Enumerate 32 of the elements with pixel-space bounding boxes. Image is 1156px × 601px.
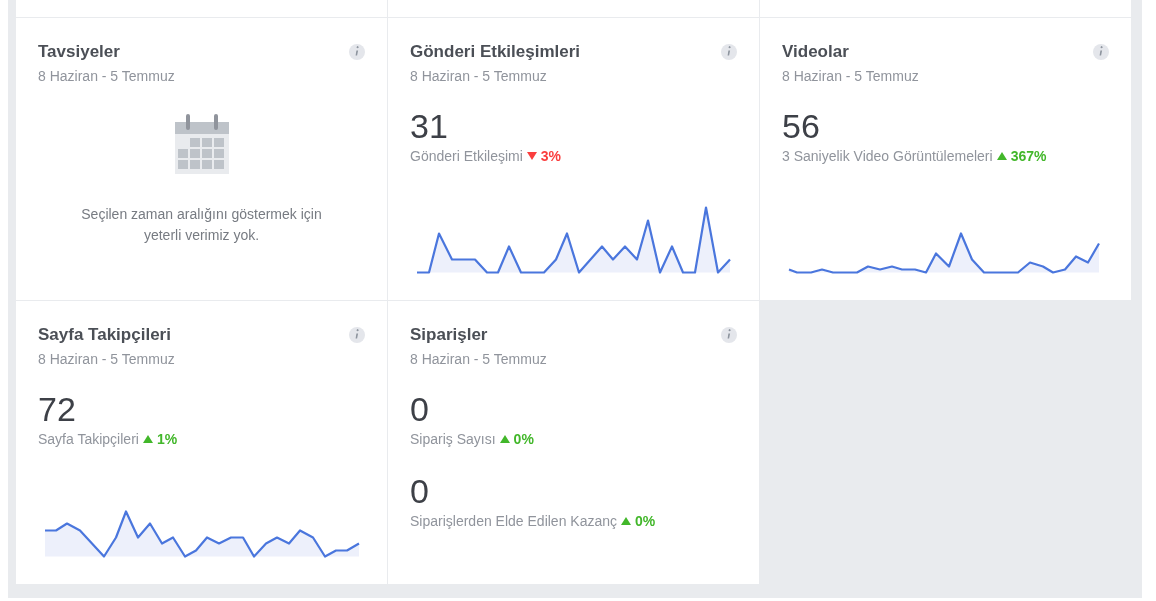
metric-value: 56 bbox=[782, 106, 821, 146]
metric-value: 0 bbox=[410, 389, 430, 429]
metric-value: 0 bbox=[410, 471, 430, 511]
info-icon[interactable] bbox=[349, 327, 365, 343]
card-title: Siparişler bbox=[410, 325, 488, 345]
date-range: 8 Haziran - 5 Temmuz bbox=[782, 68, 920, 84]
metric-value: 31 bbox=[410, 106, 449, 146]
calendar-icon bbox=[173, 114, 230, 174]
change-percent: 367% bbox=[1010, 148, 1047, 164]
date-range: 8 Haziran - 5 Temmuz bbox=[38, 68, 176, 84]
change-percent: 1% bbox=[156, 431, 178, 447]
card-title: Gönderi Etkileşimleri bbox=[410, 42, 581, 62]
info-icon[interactable] bbox=[349, 44, 365, 60]
change-percent: 0% bbox=[635, 513, 656, 529]
change-percent: 0% bbox=[513, 431, 534, 447]
empty-message: Seçilen zaman aralığını göstermek için yeterli verimiz yok. bbox=[80, 205, 323, 245]
card-title: Tavsiyeler bbox=[38, 42, 120, 62]
metric-label: Sipariş Sayısı bbox=[410, 431, 496, 447]
info-icon[interactable] bbox=[721, 327, 737, 343]
card-title: Videolar bbox=[782, 42, 849, 62]
metric-label: Gönderi Etkileşimi bbox=[410, 148, 523, 164]
change-percent: 3% bbox=[540, 148, 562, 164]
date-range: 8 Haziran - 5 Temmuz bbox=[38, 351, 176, 367]
metric-label: 3 Saniyelik Video Görüntülemeleri bbox=[782, 148, 993, 164]
metric-label: Siparişlerden Elde Edilen Kazanç bbox=[410, 513, 617, 529]
metric-label: Sayfa Takipçileri bbox=[38, 431, 139, 447]
date-range: 8 Haziran - 5 Temmuz bbox=[410, 351, 548, 367]
card-title: Sayfa Takipçileri bbox=[38, 325, 171, 345]
date-range: 8 Haziran - 5 Temmuz bbox=[410, 68, 548, 84]
info-icon[interactable] bbox=[721, 44, 737, 60]
info-icon[interactable] bbox=[1093, 44, 1109, 60]
metric-value: 72 bbox=[38, 389, 77, 429]
